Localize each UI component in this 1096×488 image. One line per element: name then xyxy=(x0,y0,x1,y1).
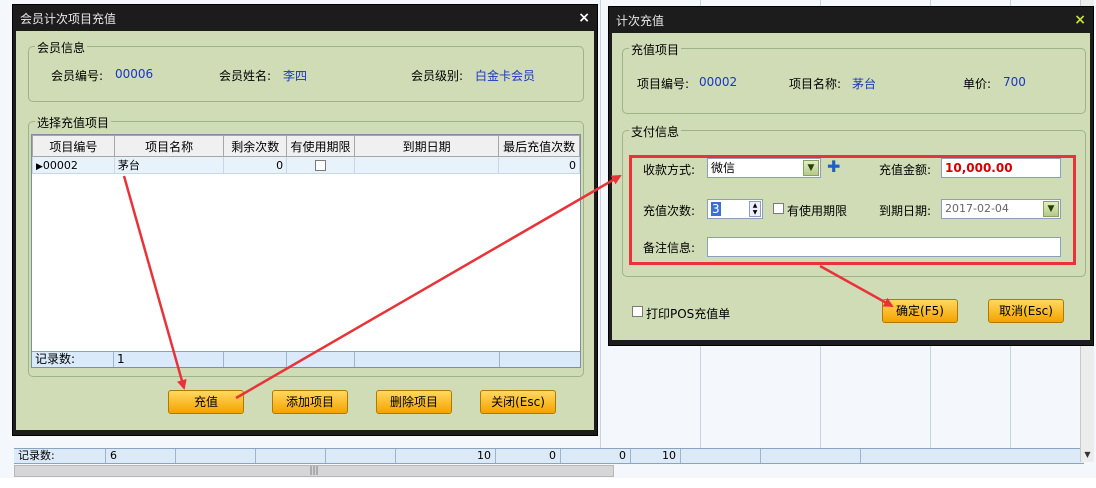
confirm-button[interactable]: 确定(F5) xyxy=(882,299,958,323)
scroll-thumb[interactable]: ||| xyxy=(15,466,613,476)
footer-cell xyxy=(224,352,287,367)
price-value: 700 xyxy=(1003,75,1026,89)
member-name-label: 会员姓名: xyxy=(219,69,272,83)
item-code-label: 项目编号: xyxy=(637,77,690,91)
footer-cell xyxy=(500,352,580,367)
cell-remaining[interactable]: 0 xyxy=(223,156,288,174)
horizontal-scrollbar[interactable]: ||| xyxy=(14,465,614,477)
member-name-value: 李四 xyxy=(283,69,308,83)
close-button[interactable]: 关闭(Esc) xyxy=(480,390,556,414)
limited-checkbox[interactable] xyxy=(315,160,327,171)
items-group: 选择充值项目 项目编号 项目名称 剩余次数 有使用期限 到期日期 最后充值次数 xyxy=(28,114,584,377)
footer-cell xyxy=(355,352,500,367)
window-client: 会员信息 会员编号: 00006 会员姓名: 李四 会员级别: 白金卡会员 选择… xyxy=(16,31,594,430)
background-bottom-strip xyxy=(0,478,1096,488)
background-status-bar: 记录数: 6 10 0 0 10 xyxy=(14,448,1084,464)
member-level-value: 白金卡会员 xyxy=(475,69,536,83)
status-cell: 10 xyxy=(396,449,496,463)
item-code-value: 00002 xyxy=(699,75,738,89)
print-label: 打印POS充值单 xyxy=(646,307,731,321)
group-legend: 支付信息 xyxy=(629,123,682,140)
window-title: 会员计次项目充值 xyxy=(20,11,117,26)
col-code[interactable]: 项目编号 xyxy=(32,135,115,157)
item-name-value: 茅台 xyxy=(852,77,877,91)
window-titlebar: 会员计次项目充值 × xyxy=(16,5,594,31)
window-titlebar: 计次充值 × xyxy=(612,7,1090,33)
price-label: 单价: xyxy=(963,77,992,91)
status-cell: 0 xyxy=(496,449,561,463)
col-name[interactable]: 项目名称 xyxy=(113,135,225,157)
footer-count: 1 xyxy=(114,352,224,367)
status-cell xyxy=(761,449,861,463)
status-cell: 6 xyxy=(106,449,176,463)
cell-code[interactable]: ▶00002 xyxy=(32,156,115,174)
member-recharge-window: 会员计次项目充值 × 会员信息 会员编号: 00006 会员姓名: 李四 会员级… xyxy=(12,4,598,436)
status-cell xyxy=(176,449,256,463)
member-number-label: 会员编号: xyxy=(51,69,104,83)
status-cell xyxy=(681,449,761,463)
cell-expiry[interactable] xyxy=(353,156,500,174)
close-icon[interactable]: × xyxy=(1074,12,1086,28)
group-legend: 会员信息 xyxy=(35,39,88,56)
status-cell: 10 xyxy=(631,449,681,463)
recharge-item-group: 充值项目 项目编号: 00002 项目名称: 茅台 单价: 700 xyxy=(622,41,1086,114)
status-label: 记录数: xyxy=(14,449,106,463)
member-number-value: 00006 xyxy=(115,67,154,81)
table-header-row: 项目编号 项目名称 剩余次数 有使用期限 到期日期 最后充值次数 xyxy=(32,135,580,157)
delete-item-button[interactable]: 删除项目 xyxy=(376,390,452,414)
col-last[interactable]: 最后充值次数 xyxy=(498,135,580,157)
table-row[interactable]: ▶00002 茅台 0 0 xyxy=(32,156,580,174)
cell-name[interactable]: 茅台 xyxy=(113,156,225,174)
scroll-down-icon[interactable]: ▼ xyxy=(1081,448,1094,462)
cell-last[interactable]: 0 xyxy=(498,156,580,174)
items-table[interactable]: 项目编号 项目名称 剩余次数 有使用期限 到期日期 最后充值次数 ▶00002 … xyxy=(31,134,581,368)
status-cell xyxy=(256,449,326,463)
annotation-highlight-box xyxy=(629,155,1076,265)
status-cell: 0 xyxy=(561,449,631,463)
window-title: 计次充值 xyxy=(616,13,665,28)
grid-line xyxy=(600,0,601,450)
item-name-label: 项目名称: xyxy=(789,77,842,91)
close-icon[interactable]: × xyxy=(578,10,590,26)
triangle-right-icon: ▶ xyxy=(36,161,43,172)
member-level-label: 会员级别: xyxy=(411,69,464,83)
member-info-group: 会员信息 会员编号: 00006 会员姓名: 李四 会员级别: 白金卡会员 xyxy=(28,39,584,102)
col-remaining[interactable]: 剩余次数 xyxy=(223,135,288,157)
add-item-button[interactable]: 添加项目 xyxy=(272,390,348,414)
code-text: 00002 xyxy=(42,158,78,172)
recharge-button[interactable]: 充值 xyxy=(168,390,244,414)
status-cell xyxy=(326,449,396,463)
group-legend: 选择充值项目 xyxy=(35,114,112,131)
footer-cell xyxy=(287,352,355,367)
group-legend: 充值项目 xyxy=(629,41,682,58)
col-limited[interactable]: 有使用期限 xyxy=(286,135,355,157)
cancel-button[interactable]: 取消(Esc) xyxy=(988,299,1064,323)
col-expiry[interactable]: 到期日期 xyxy=(353,135,500,157)
print-checkbox[interactable] xyxy=(632,306,643,317)
table-footer: 记录数: 1 xyxy=(32,351,580,367)
footer-label: 记录数: xyxy=(32,352,114,367)
cell-limited[interactable] xyxy=(286,156,355,174)
